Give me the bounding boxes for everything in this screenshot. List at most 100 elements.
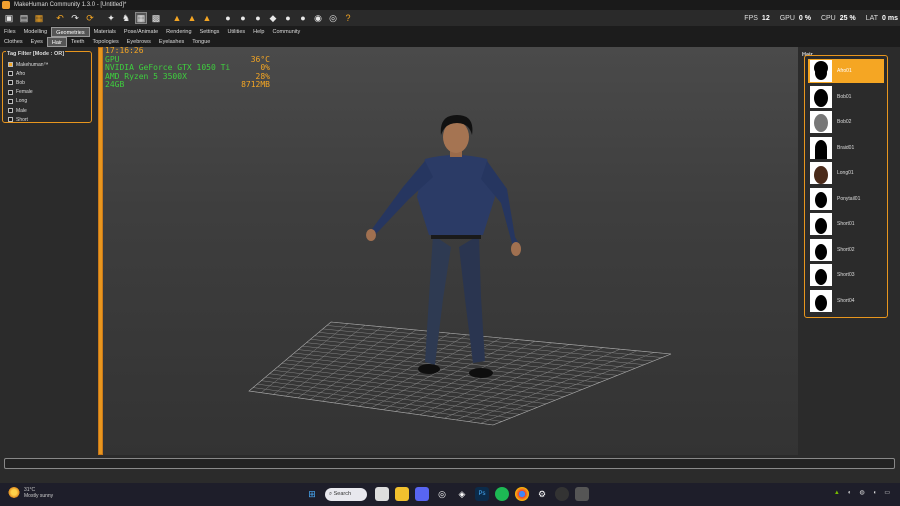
hair-item-bob02[interactable]: Bob02 [808, 110, 884, 134]
hair-item-short03[interactable]: Short03 [808, 263, 884, 287]
widgets-icon[interactable] [375, 487, 389, 501]
tab-rendering[interactable]: Rendering [162, 27, 195, 37]
spotify-icon[interactable] [495, 487, 509, 501]
lat-stat: LAT 0 ms [865, 14, 898, 22]
head-side-icon[interactable]: ● [237, 12, 249, 24]
checkbox[interactable] [8, 108, 13, 114]
tab-community[interactable]: Community [268, 27, 304, 37]
battery-icon[interactable]: ▭ [884, 489, 890, 496]
cpu-stat: CPU 25 % [820, 14, 856, 22]
weather-widget[interactable]: 31°C Mostly sunny [8, 487, 53, 499]
checkbox[interactable] [8, 98, 13, 104]
discord-icon[interactable] [415, 487, 429, 501]
makehuman-logo-icon [2, 1, 10, 9]
chrome-icon[interactable] [515, 487, 529, 501]
subtab-teeth[interactable]: Teeth [67, 37, 88, 47]
tab-modelling[interactable]: Modelling [20, 27, 52, 37]
filter-item-bob[interactable]: Bob [8, 78, 49, 87]
reset-icon[interactable]: ⟳ [84, 12, 96, 24]
filter-item-afro[interactable]: Afro [8, 69, 49, 78]
wireframe-icon[interactable]: ✦ [105, 12, 117, 24]
grab-icon[interactable]: ◎ [327, 12, 339, 24]
hair-item-short02[interactable]: Short02 [808, 238, 884, 262]
front-view-icon[interactable]: ▲ [171, 12, 183, 24]
subtab-hair[interactable]: Hair [46, 37, 67, 47]
grid-line [248, 390, 494, 426]
taskbar-apps: ⊞ ⌕ Search ◎ ◈ Ps ⚙ [305, 487, 595, 501]
export-icon[interactable]: ▦ [33, 12, 45, 24]
hair-thumbnail-icon [810, 238, 832, 261]
status-input[interactable] [4, 458, 895, 469]
right-panel: Hair Afro01 Bob01 Bob02 Braid01 Long01 P… [798, 47, 900, 455]
tab-geometries[interactable]: Geometries [51, 27, 90, 37]
network-icon[interactable]: ◍ [859, 489, 864, 496]
windows-start-icon[interactable]: ⊞ [305, 487, 319, 501]
file-explorer-icon[interactable] [395, 487, 409, 501]
nvidia-icon[interactable]: ▲ [834, 490, 840, 496]
screenshot-icon[interactable]: ◉ [312, 12, 324, 24]
hair-item-afro01[interactable]: Afro01 [808, 59, 884, 83]
volume-icon[interactable]: ◖ [873, 490, 877, 496]
subtab-clothes[interactable]: Clothes [0, 37, 27, 47]
subtab-eyes[interactable]: Eyes [27, 37, 47, 47]
filter-item-makehuman[interactable]: Makehuman™ [8, 60, 49, 69]
subtab-topologies[interactable]: Topologies [88, 37, 122, 47]
hair-thumbnail-icon [810, 264, 832, 286]
subtab-eyelashes[interactable]: Eyelashes [155, 37, 188, 47]
checkbox[interactable] [8, 117, 13, 123]
filter-item-long[interactable]: Long [8, 97, 49, 106]
checker-icon[interactable]: ▩ [150, 12, 162, 24]
head-front-icon[interactable]: ● [222, 12, 234, 24]
subtab-tongue[interactable]: Tongue [188, 37, 214, 47]
tab-materials[interactable]: Materials [90, 27, 120, 37]
unity-icon[interactable]: ◈ [455, 487, 469, 501]
head-left-icon[interactable]: ● [282, 12, 294, 24]
photoshop-icon[interactable]: Ps [475, 487, 489, 501]
hair-item-long01[interactable]: Long01 [808, 161, 884, 185]
overlay-clock: 17:16:26 [105, 47, 144, 55]
taskbar-search[interactable]: ⌕ Search [325, 487, 367, 501]
head-top-icon[interactable]: ◆ [267, 12, 279, 24]
filter-item-male[interactable]: Male [8, 106, 49, 115]
obs-icon[interactable] [555, 487, 569, 501]
github-icon[interactable]: ◎ [435, 487, 449, 501]
discord-tray-icon[interactable]: ◐ [848, 490, 852, 496]
filter-item-short[interactable]: Short [8, 115, 49, 124]
checkbox[interactable] [8, 80, 13, 86]
hair-thumbnail-icon [810, 289, 832, 312]
subtab-eyebrows[interactable]: Eyebrows [123, 37, 155, 47]
hair-item-bob01[interactable]: Bob01 [808, 85, 884, 109]
checkbox[interactable] [8, 62, 13, 68]
grid-line [480, 352, 655, 424]
checkbox[interactable] [8, 71, 13, 77]
help-icon[interactable]: ? [342, 12, 354, 24]
hair-item-ponytail01[interactable]: Ponytail01 [808, 187, 884, 211]
save-icon[interactable]: ▣ [3, 12, 15, 24]
hair-item-short01[interactable]: Short01 [808, 212, 884, 236]
makehuman-icon[interactable] [575, 487, 589, 501]
hair-item-short04[interactable]: Short04 [808, 289, 884, 313]
tab-pose-animate[interactable]: Pose/Animate [120, 27, 162, 37]
checkbox[interactable] [8, 89, 13, 95]
side-view-icon[interactable]: ▲ [201, 12, 213, 24]
head-right-icon[interactable]: ● [297, 12, 309, 24]
redo-icon[interactable]: ↷ [69, 12, 81, 24]
undo-icon[interactable]: ↶ [54, 12, 66, 24]
pose-figure-icon[interactable]: ♞ [120, 12, 132, 24]
grid-icon[interactable]: ▦ [135, 12, 147, 24]
left-panel: Tag Filter [Mode : OR] Makehuman™ Afro B… [0, 47, 98, 455]
folder-icon[interactable]: ▤ [18, 12, 30, 24]
tab-settings[interactable]: Settings [196, 27, 224, 37]
head-back-icon[interactable]: ● [252, 12, 264, 24]
tab-files[interactable]: Files [0, 27, 20, 37]
3d-viewport[interactable]: 17:16:26 GPU 36°C NVIDIA GeForce GTX 1050… [103, 47, 798, 455]
steam-icon[interactable]: ⚙ [535, 487, 549, 501]
back-view-icon[interactable]: ▲ [186, 12, 198, 24]
hair-item-braid01[interactable]: Braid01 [808, 136, 884, 160]
hair-thumbnail-icon [810, 85, 832, 108]
tab-help[interactable]: Help [249, 27, 268, 37]
main-tabs: Files Modelling Geometries Materials Pos… [0, 26, 900, 37]
filter-item-female[interactable]: Female [8, 88, 49, 97]
tab-utilities[interactable]: Utilities [223, 27, 249, 37]
grid-line [257, 383, 511, 419]
